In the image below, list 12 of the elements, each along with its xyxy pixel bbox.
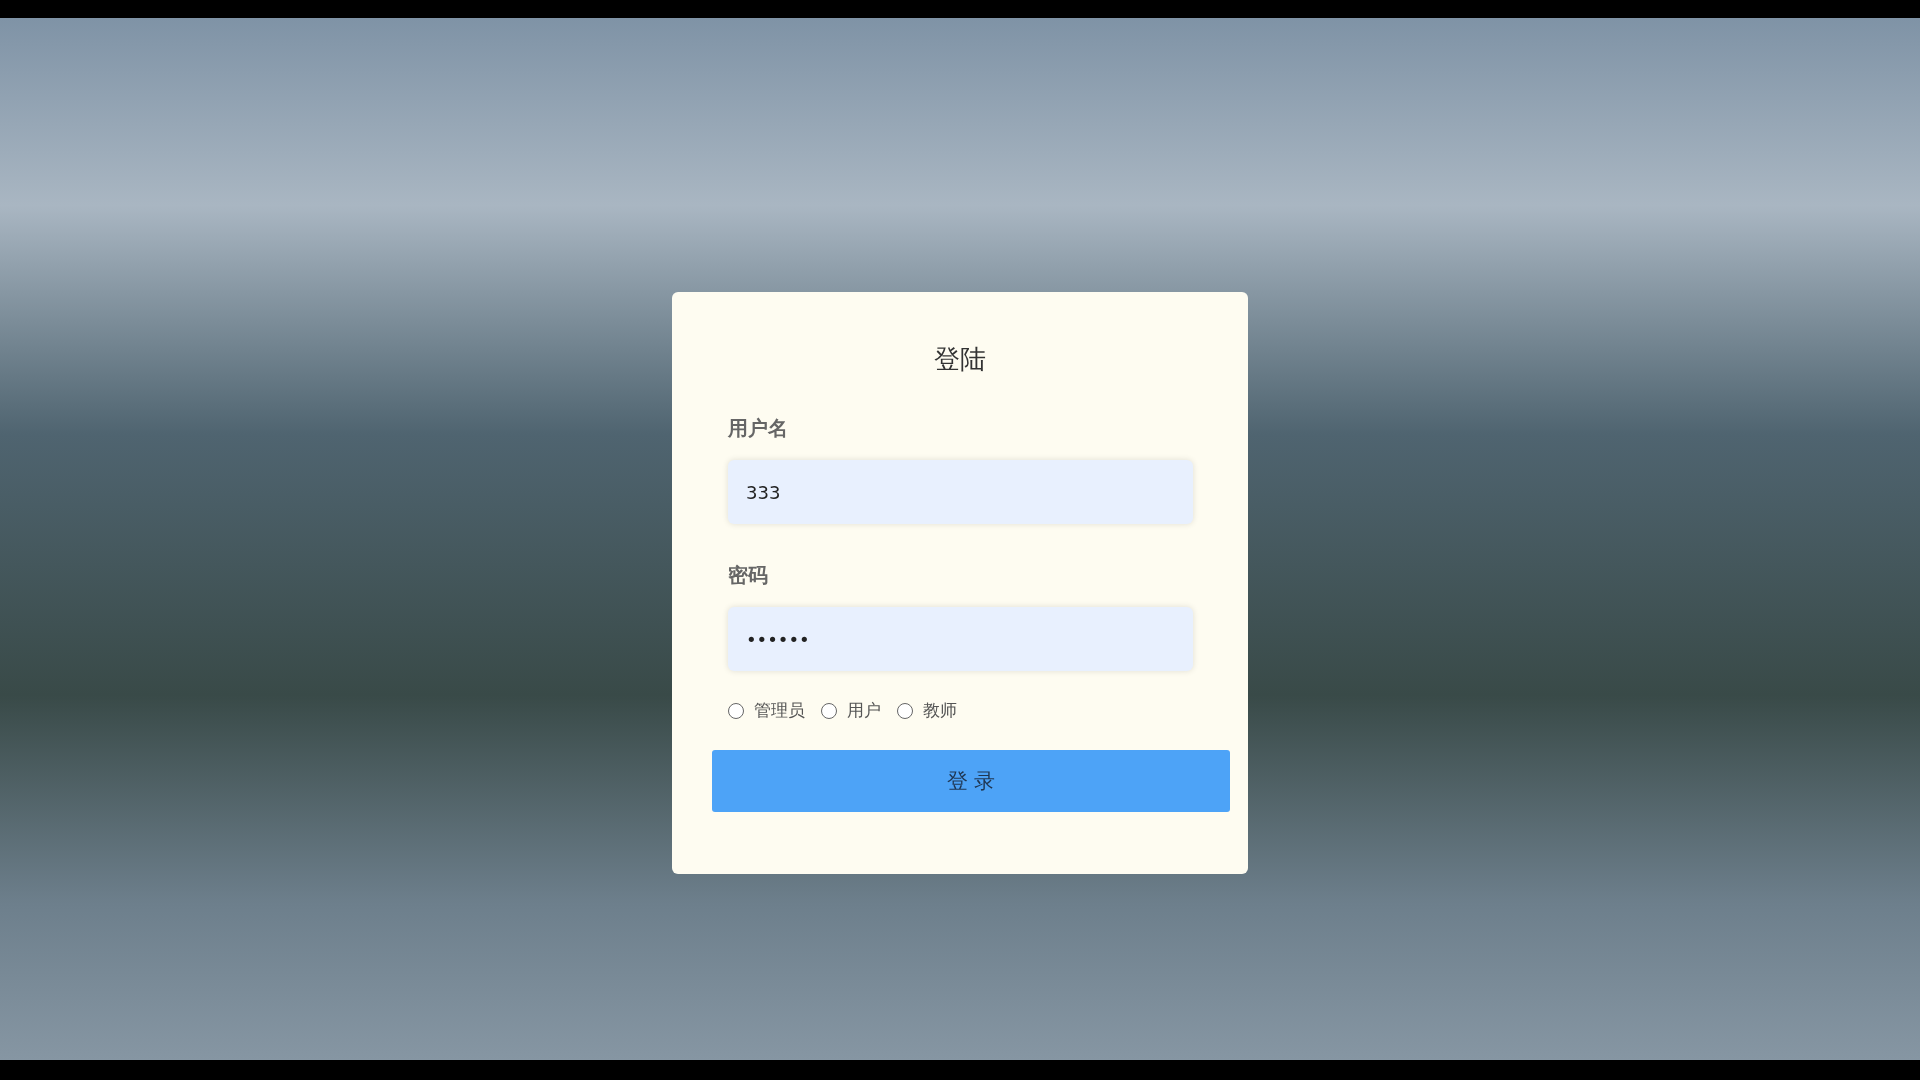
radio-button[interactable] [821,702,837,719]
input-field[interactable]: •••••• [728,607,1193,671]
login-button[interactable]: 登 录 [712,750,1230,812]
radio-label: 教师 [923,699,957,722]
field-label: 用户名 [728,415,789,442]
field-label: 密码 [728,562,769,589]
radio-button[interactable] [897,702,913,719]
radio-label: 用户 [847,699,881,722]
radio-label: 管理员 [754,699,805,722]
input-field[interactable]: 333 [728,460,1193,524]
card-title: 登陆 [933,343,987,376]
radio-button[interactable] [728,702,744,719]
